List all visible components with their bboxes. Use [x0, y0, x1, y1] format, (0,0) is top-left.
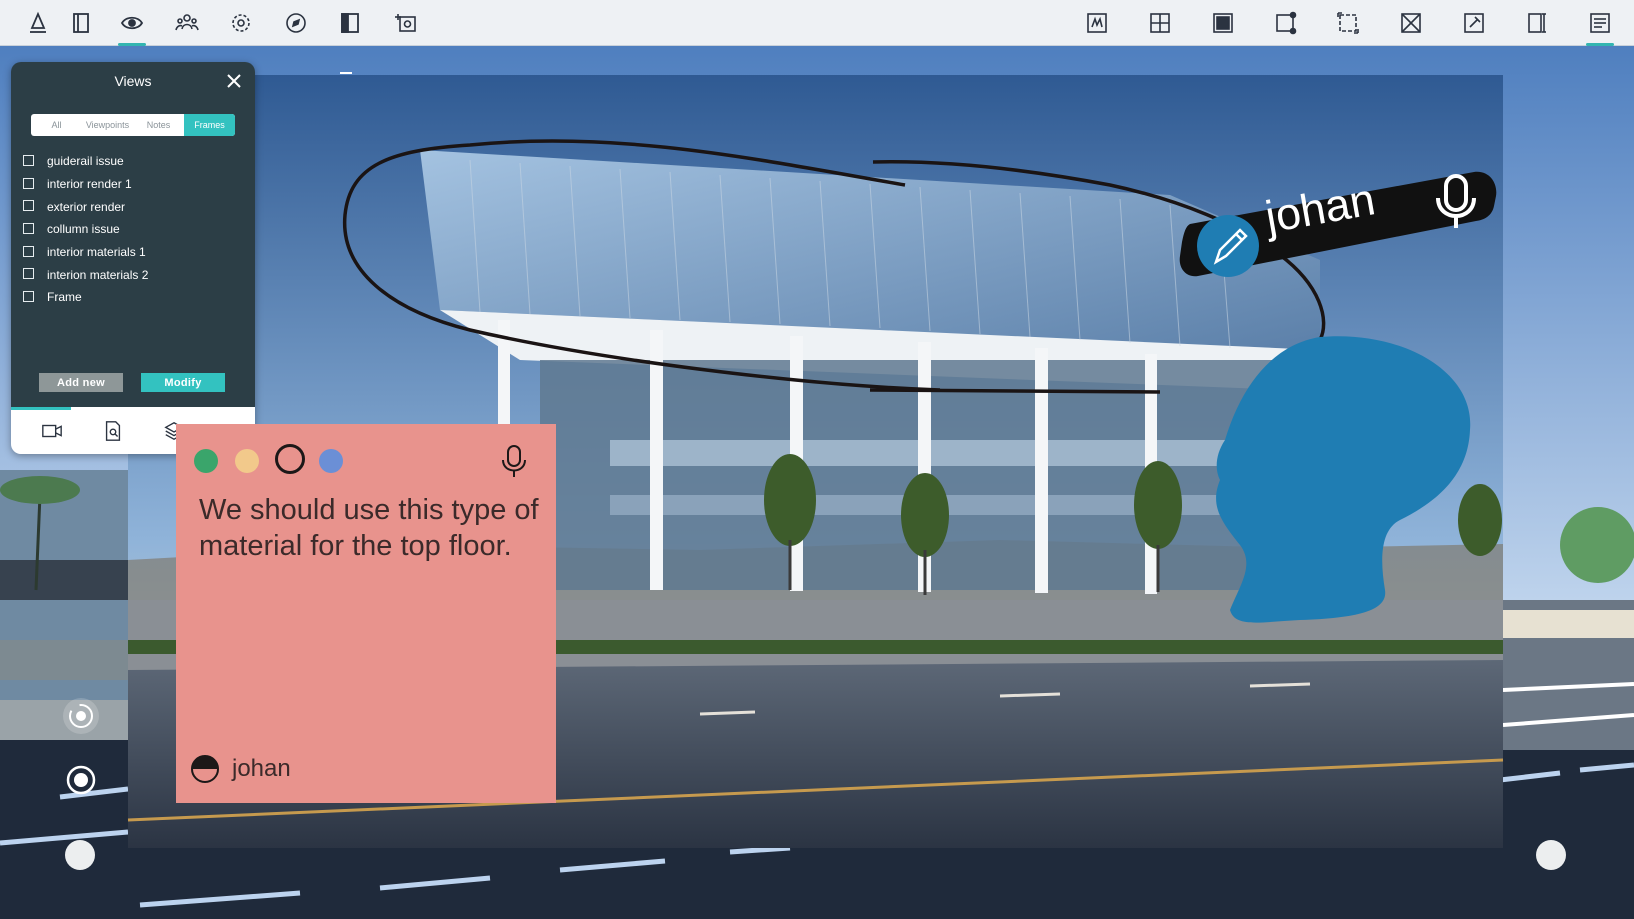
record-icon[interactable]: [64, 763, 98, 797]
checkbox[interactable]: [23, 200, 34, 212]
color-pink-swatch-selected[interactable]: [275, 444, 305, 474]
rotate-icon[interactable]: [62, 697, 100, 735]
views-title: Views: [114, 73, 152, 89]
frame-close-icon[interactable]: [1394, 6, 1428, 40]
list-item-label: interior materials 1: [47, 245, 146, 260]
add-frame-icon[interactable]: [1143, 6, 1177, 40]
list-item[interactable]: guiderail issue: [23, 150, 245, 173]
list-item-label: collumn issue: [47, 222, 120, 237]
joystick-left[interactable]: [64, 839, 96, 871]
list-item[interactable]: exterior render: [23, 195, 245, 218]
views-tabs: All Viewpoints Notes Frames: [31, 114, 235, 136]
color-blue-swatch[interactable]: [319, 449, 343, 473]
sketch-icon[interactable]: [1080, 6, 1114, 40]
joystick-right[interactable]: [1535, 839, 1567, 871]
list-item-label: Frame: [47, 290, 82, 305]
active-tab-indicator: [11, 407, 71, 410]
eye-icon[interactable]: [115, 6, 149, 46]
panel-icon[interactable]: [64, 6, 98, 40]
people-icon[interactable]: [170, 6, 204, 40]
color-green-swatch[interactable]: [194, 449, 218, 473]
list-item[interactable]: interior render 1: [23, 173, 245, 196]
checkbox[interactable]: [23, 177, 34, 189]
note-author: johan: [232, 755, 291, 782]
list-panel-icon[interactable]: [1583, 6, 1617, 46]
list-item[interactable]: Frame: [23, 286, 245, 309]
list-item[interactable]: interior materials 1: [23, 241, 245, 264]
tab-viewpoints[interactable]: Viewpoints: [82, 114, 133, 136]
list-item-label: guiderail issue: [47, 154, 124, 169]
list-item-label: interior render 1: [47, 177, 132, 192]
color-yellow-swatch[interactable]: [235, 449, 259, 473]
close-icon[interactable]: [223, 70, 245, 92]
checkbox[interactable]: [23, 154, 34, 166]
camera-add-icon[interactable]: [388, 6, 422, 40]
list-item-label: exterior render: [47, 199, 126, 214]
list-item[interactable]: collumn issue: [23, 218, 245, 241]
split-view-icon[interactable]: [333, 6, 367, 40]
tab-notes[interactable]: Notes: [133, 114, 184, 136]
top-toolbar: [0, 0, 1634, 46]
modify-button[interactable]: Modify: [141, 373, 225, 392]
checkbox[interactable]: [23, 290, 34, 302]
compass-icon[interactable]: [279, 6, 313, 40]
microphone-icon[interactable]: [498, 444, 530, 478]
list-item[interactable]: interion materials 2: [23, 263, 245, 286]
list-item-label: interion materials 2: [47, 267, 149, 282]
avatar: [191, 755, 219, 783]
tab-all[interactable]: All: [31, 114, 82, 136]
pencil-icon[interactable]: [1197, 215, 1259, 277]
fill-frame-icon[interactable]: [1206, 6, 1240, 40]
checkbox[interactable]: [23, 222, 34, 234]
views-header: Views: [11, 62, 255, 100]
views-panel: Views All Viewpoints Notes Frames guider…: [11, 62, 255, 454]
views-body: All Viewpoints Notes Frames guiderail is…: [11, 100, 255, 407]
checkbox[interactable]: [23, 245, 34, 257]
marker-icon[interactable]: [21, 6, 55, 40]
add-new-button[interactable]: Add new: [39, 373, 123, 392]
tab-frames[interactable]: Frames: [184, 114, 235, 136]
note-card[interactable]: We should use this type of material for …: [176, 424, 556, 803]
frames-list: guiderail issue interior render 1 exteri…: [23, 150, 245, 309]
video-camera-icon[interactable]: [38, 417, 66, 445]
frame-pin-icon[interactable]: [1457, 6, 1491, 40]
side-panel-icon[interactable]: [1520, 6, 1554, 40]
search-document-icon[interactable]: [99, 417, 127, 445]
checkbox[interactable]: [23, 268, 34, 280]
note-text[interactable]: We should use this type of material for …: [199, 492, 539, 564]
frame-resize-icon[interactable]: [1331, 6, 1365, 40]
frame-handle-icon[interactable]: [1269, 6, 1303, 40]
settings-icon[interactable]: [224, 6, 258, 40]
